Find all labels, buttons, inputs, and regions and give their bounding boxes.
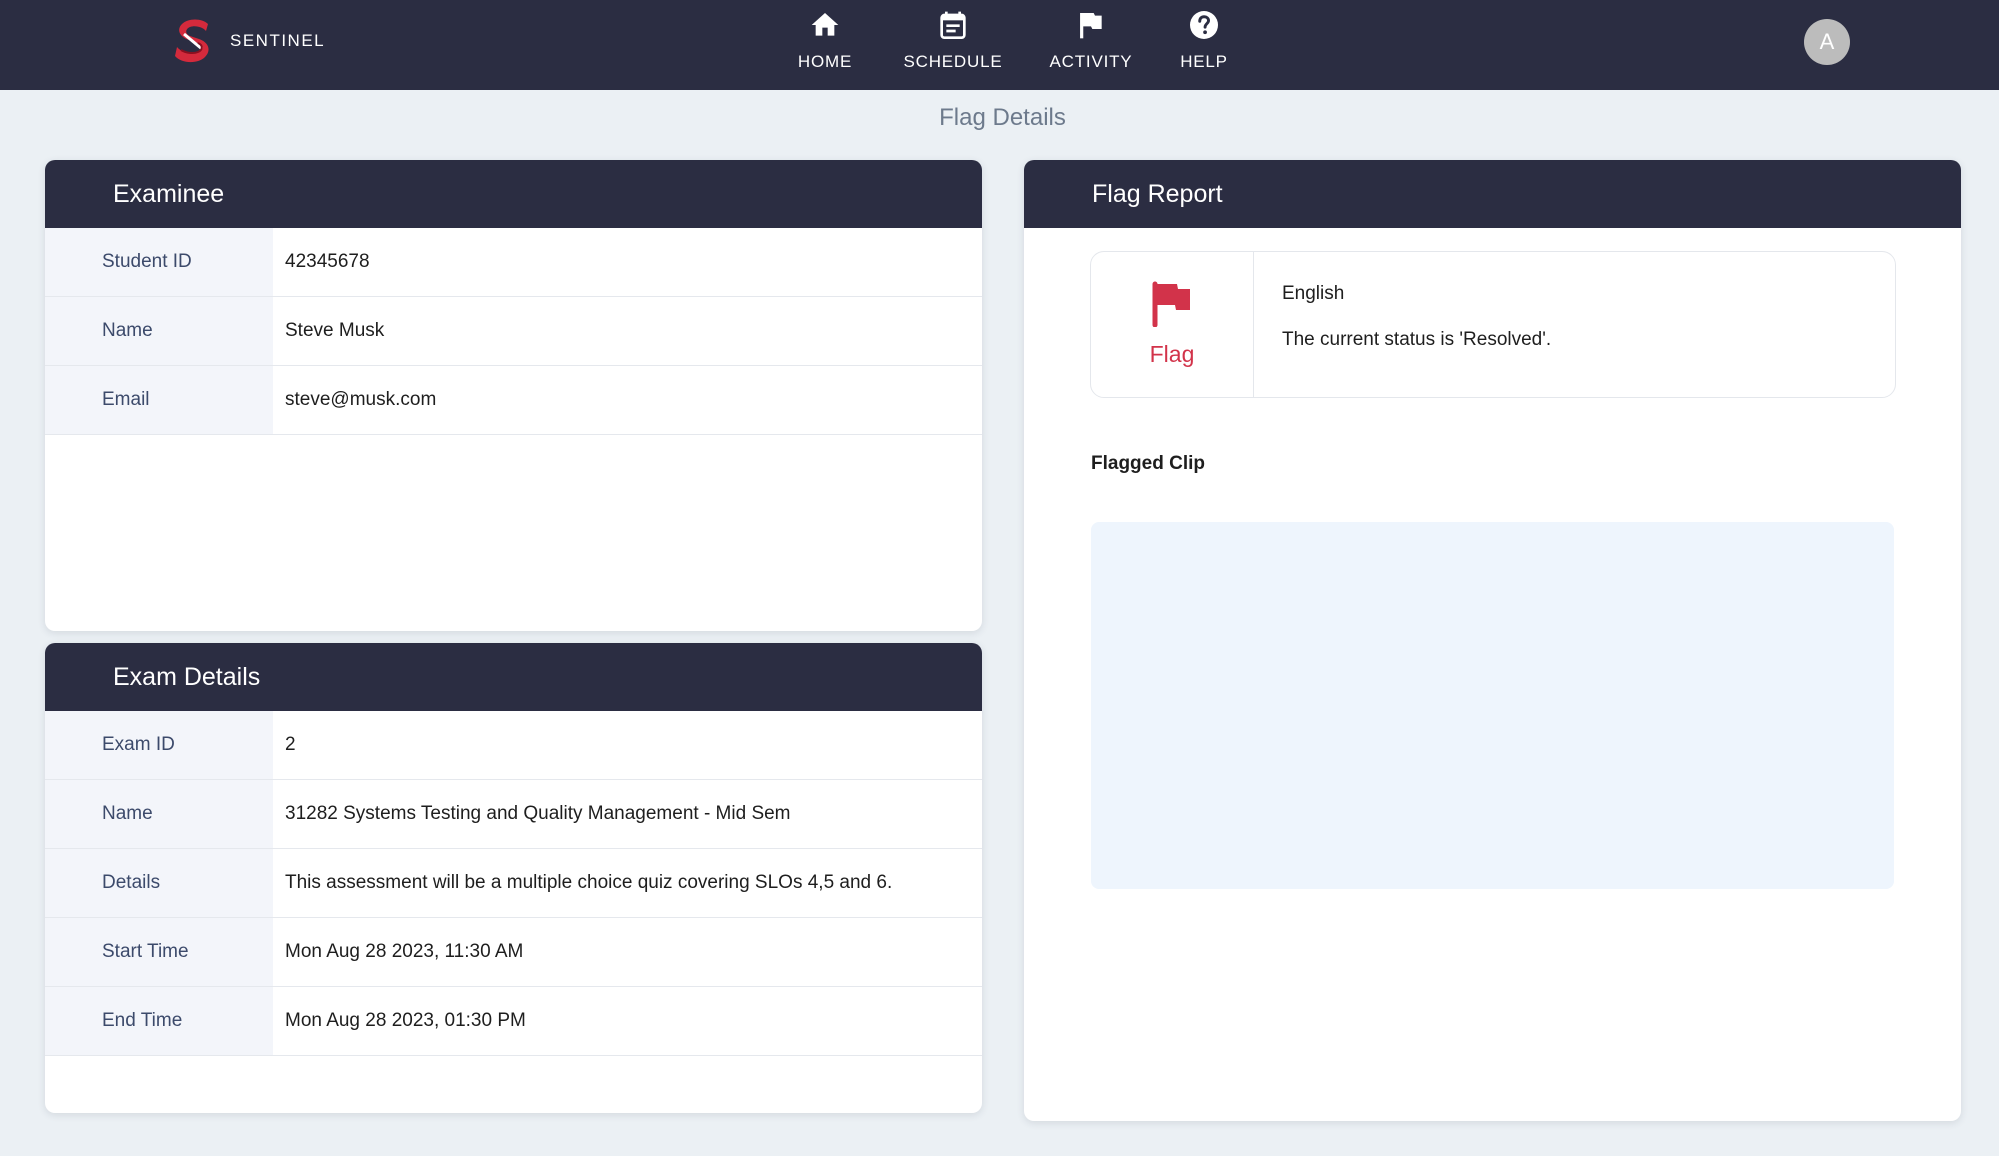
end-time-label: End Time bbox=[45, 987, 273, 1055]
examinee-name-row: Name Steve Musk bbox=[45, 297, 982, 366]
flag-type-panel: Flag bbox=[1091, 252, 1254, 397]
page-title: Flag Details bbox=[939, 104, 1066, 131]
nav-help[interactable]: HELP bbox=[1168, 8, 1240, 76]
help-icon bbox=[1190, 11, 1218, 39]
calendar-icon bbox=[940, 11, 966, 39]
examinee-card: Examinee Student ID 42345678 Name Steve … bbox=[45, 160, 982, 631]
exam-name-row: Name 31282 Systems Testing and Quality M… bbox=[45, 780, 982, 849]
nav-home-label: HOME bbox=[797, 52, 853, 71]
exam-details-label: Details bbox=[45, 849, 273, 917]
end-time-value: Mon Aug 28 2023, 01:30 PM bbox=[285, 1010, 526, 1031]
flag-language: English bbox=[1282, 283, 1345, 304]
flagged-clip-player[interactable] bbox=[1091, 522, 1894, 889]
examinee-card-header: Examinee bbox=[45, 160, 982, 228]
exam-name-value: 31282 Systems Testing and Quality Manage… bbox=[285, 803, 791, 824]
sentinel-logo-icon bbox=[175, 19, 209, 63]
start-time-row: Start Time Mon Aug 28 2023, 11:30 AM bbox=[45, 918, 982, 987]
flag-info: English The current status is 'Resolved'… bbox=[1254, 252, 1551, 397]
student-id-value: 42345678 bbox=[285, 251, 370, 272]
examinee-name-label: Name bbox=[45, 297, 273, 365]
brand-link[interactable]: SENTINEL bbox=[172, 16, 325, 66]
flag-icon bbox=[1080, 13, 1102, 39]
nav-home[interactable]: HOME bbox=[790, 8, 860, 76]
email-value: steve@musk.com bbox=[285, 389, 437, 410]
brand-name: SENTINEL bbox=[230, 31, 326, 50]
student-id-row: Student ID 42345678 bbox=[45, 228, 982, 297]
flag-report-card: Flag Report Flag English The current sta… bbox=[1024, 160, 1961, 1121]
flag-type-label: Flag bbox=[1149, 341, 1195, 367]
flag-icon bbox=[1152, 281, 1190, 327]
end-time-row: End Time Mon Aug 28 2023, 01:30 PM bbox=[45, 987, 982, 1056]
flagged-clip-label: Flagged Clip bbox=[1091, 453, 1205, 474]
exam-id-row: Exam ID 2 bbox=[45, 711, 982, 780]
flag-status-text: The current status is 'Resolved'. bbox=[1282, 329, 1552, 350]
nav-schedule-label: SCHEDULE bbox=[903, 52, 1003, 71]
exam-id-value: 2 bbox=[285, 734, 296, 755]
exam-name-label: Name bbox=[45, 780, 273, 848]
flag-summary-box: Flag English The current status is 'Reso… bbox=[1090, 251, 1896, 398]
nav-help-label: HELP bbox=[1180, 52, 1228, 71]
student-id-label: Student ID bbox=[45, 228, 273, 296]
home-icon bbox=[811, 13, 839, 36]
nav-activity[interactable]: ACTIVITY bbox=[1045, 8, 1137, 76]
start-time-value: Mon Aug 28 2023, 11:30 AM bbox=[285, 941, 524, 962]
exam-details-row: Details This assessment will be a multip… bbox=[45, 849, 982, 918]
email-row: Email steve@musk.com bbox=[45, 366, 982, 435]
nav-activity-label: ACTIVITY bbox=[1049, 52, 1133, 71]
user-avatar[interactable]: A bbox=[1804, 19, 1850, 65]
top-navbar: SENTINEL HOME SCHEDULE ACTIVITY HELP A bbox=[0, 0, 1999, 90]
exam-details-value: This assessment will be a multiple choic… bbox=[285, 872, 893, 893]
exam-id-label: Exam ID bbox=[45, 711, 273, 779]
examinee-name-value: Steve Musk bbox=[285, 320, 385, 341]
exam-details-card: Exam Details Exam ID 2 Name 31282 System… bbox=[45, 643, 982, 1113]
nav-schedule[interactable]: SCHEDULE bbox=[893, 8, 1013, 76]
email-label: Email bbox=[45, 366, 273, 434]
exam-details-card-header: Exam Details bbox=[45, 643, 982, 711]
flag-report-card-header: Flag Report bbox=[1024, 160, 1961, 228]
start-time-label: Start Time bbox=[45, 918, 273, 986]
